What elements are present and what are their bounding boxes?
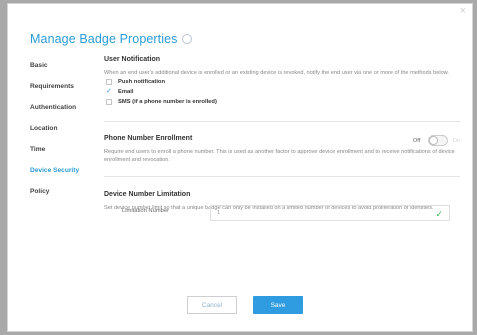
nav-item-policy[interactable]: Policy bbox=[30, 185, 92, 206]
section-divider bbox=[104, 176, 460, 177]
email-checkbox[interactable]: ✓ Email bbox=[104, 87, 460, 97]
valid-check-icon: ✓ bbox=[435, 209, 443, 219]
section-title: Device Number Limitation bbox=[104, 191, 191, 198]
checkmark-icon[interactable]: ✓ bbox=[106, 87, 112, 97]
save-button[interactable]: Save bbox=[253, 296, 303, 314]
nav-item-requirements[interactable]: Requirements bbox=[30, 80, 92, 101]
dialog-title-text: Manage Badge Properties bbox=[30, 32, 178, 46]
cancel-button[interactable]: Cancel bbox=[187, 296, 237, 314]
toggle-knob bbox=[429, 136, 439, 145]
section-title: Phone Number Enrollment bbox=[104, 135, 193, 142]
section-description: When an end user's additional device is … bbox=[104, 70, 449, 76]
toggle-on-label: On bbox=[452, 137, 460, 144]
sms-checkbox[interactable]: SMS (if a phone number is enrolled) bbox=[104, 97, 460, 107]
checkbox-label: Email bbox=[118, 89, 134, 95]
nav-item-device-security[interactable]: Device Security bbox=[30, 164, 92, 185]
limitation-number-input[interactable]: 1 ✓ bbox=[210, 205, 450, 221]
nav-item-location[interactable]: Location bbox=[30, 122, 92, 143]
checkbox-label: SMS (if a phone number is enrolled) bbox=[118, 99, 217, 105]
close-icon[interactable]: × bbox=[460, 5, 466, 17]
nav-item-basic[interactable]: Basic bbox=[30, 59, 92, 80]
manage-badge-properties-dialog: × Manage Badge Properties Basic Requirem… bbox=[7, 3, 473, 332]
info-icon[interactable] bbox=[181, 33, 192, 44]
user-notification-section: User Notification When an end user's add… bbox=[104, 56, 460, 107]
nav-item-authentication[interactable]: Authentication bbox=[30, 101, 92, 122]
section-divider bbox=[104, 121, 460, 122]
settings-content: User Notification When an end user's add… bbox=[104, 56, 460, 212]
phone-enrollment-toggle[interactable] bbox=[428, 135, 449, 146]
limitation-number-row: Limitation Number 1 ✓ bbox=[122, 205, 460, 223]
checkbox-label: Push notification bbox=[118, 79, 166, 85]
checkbox-unchecked-icon[interactable] bbox=[106, 79, 112, 85]
sidebar-nav: Basic Requirements Authentication Locati… bbox=[30, 59, 92, 206]
limitation-number-value: 1 bbox=[217, 210, 221, 216]
phone-enrollment-section: Phone Number Enrollment Off On Require e… bbox=[104, 135, 460, 164]
checkbox-unchecked-icon[interactable] bbox=[106, 99, 112, 105]
push-notification-checkbox[interactable]: Push notification bbox=[104, 77, 460, 87]
phone-enrollment-toggle-group: Off On bbox=[413, 135, 460, 146]
section-title: User Notification bbox=[104, 56, 161, 63]
dialog-title: Manage Badge Properties bbox=[30, 32, 192, 46]
toggle-off-label: Off bbox=[412, 138, 421, 145]
limitation-number-label: Limitation Number bbox=[122, 208, 170, 214]
section-description: Require end users to enroll a phone numb… bbox=[104, 149, 455, 163]
nav-item-time[interactable]: Time bbox=[30, 143, 92, 164]
